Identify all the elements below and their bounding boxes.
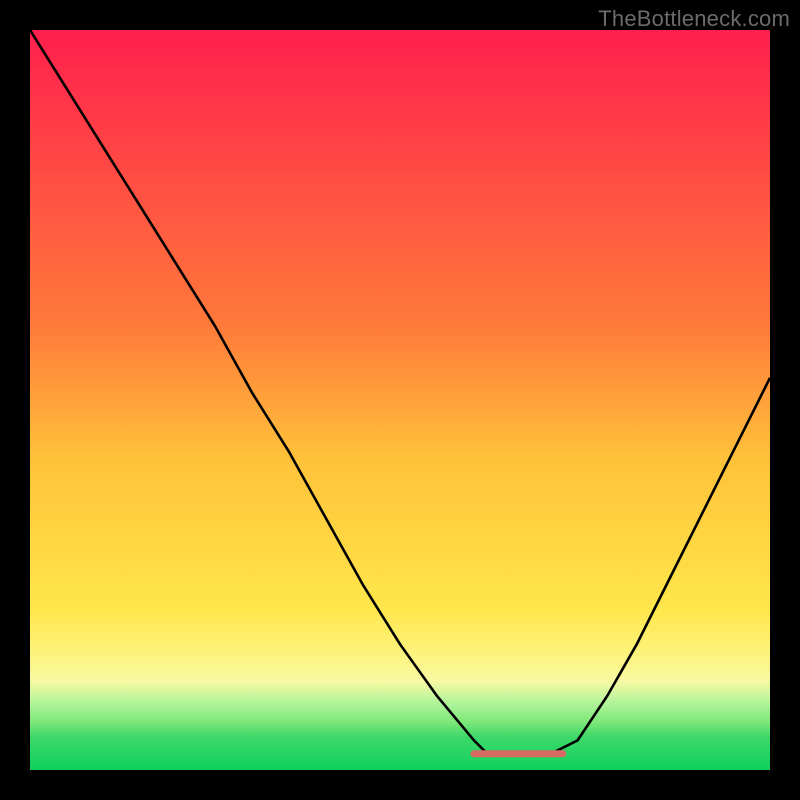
plot-svg xyxy=(30,30,770,770)
plot-area xyxy=(30,30,770,770)
chart-frame: TheBottleneck.com xyxy=(0,0,800,800)
gradient-background xyxy=(30,30,770,770)
watermark-text: TheBottleneck.com xyxy=(598,6,790,32)
